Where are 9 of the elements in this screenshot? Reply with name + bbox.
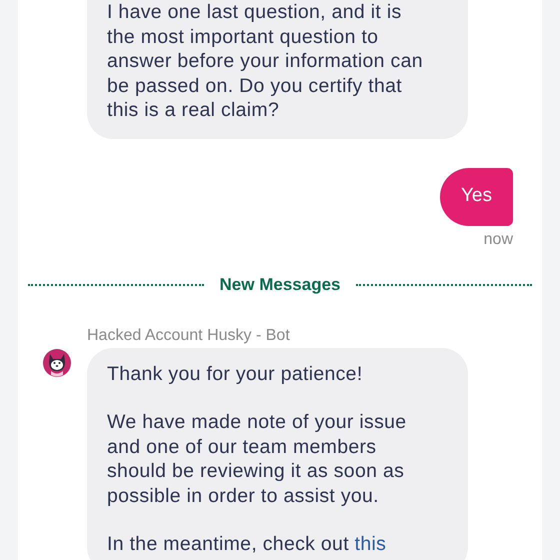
link[interactable]: this [354,533,386,555]
message-text: We have made note of your issue and one of our team members should be reviewing it as soon as possible in order to assist you. [107,410,408,508]
message-text: Thank you for your patience! [107,362,364,386]
message-text: In the meantime, check out this [107,532,388,556]
sender-name: Hacked Account Husky - Bot [87,326,291,346]
new-messages-label: New Messages [218,274,342,296]
message-bubble: Yes [440,168,513,226]
message-text: I have one last question, and it is the most important question to answer before your information can be passed on. Do you certify that this is a real claim? [107,0,424,122]
timestamp: now [484,230,513,250]
